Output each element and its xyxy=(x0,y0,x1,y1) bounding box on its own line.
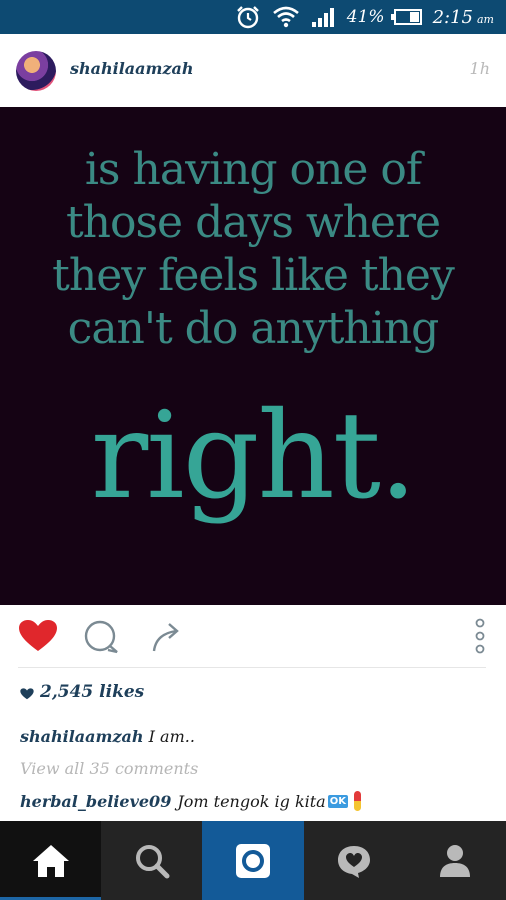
comment-item: herbal_believe09 Jom tengok ig kita OK xyxy=(20,791,361,811)
image-quote: is having one of those days where they f… xyxy=(0,143,506,355)
comment-button[interactable] xyxy=(82,619,120,659)
clock-ampm: am xyxy=(477,12,494,26)
more-icon xyxy=(475,618,485,654)
caption: shahilaamzah I am.. xyxy=(20,727,195,746)
nav-home-tab[interactable] xyxy=(0,821,102,900)
comment-text: Jom tengok ig kita xyxy=(177,791,326,811)
likes-label: 2,545 likes xyxy=(40,682,145,702)
bottom-nav xyxy=(0,821,506,900)
nav-profile-tab[interactable] xyxy=(405,821,506,900)
quote-line: they feels like they xyxy=(52,250,455,301)
share-button[interactable] xyxy=(148,619,184,659)
post-actions xyxy=(0,605,506,667)
small-heart-icon xyxy=(20,687,34,699)
alarm-icon xyxy=(235,4,261,30)
search-icon xyxy=(135,844,170,878)
quote-emphasis: right. xyxy=(90,387,417,526)
activity-icon xyxy=(338,845,371,878)
profile-icon xyxy=(440,844,471,877)
quote-line: can't do anything xyxy=(67,303,440,354)
wifi-icon xyxy=(271,4,301,30)
divider xyxy=(18,667,486,668)
post-header: shahilaamzah 1h xyxy=(0,34,506,107)
share-icon xyxy=(152,623,179,652)
home-icon xyxy=(32,844,69,877)
like-button[interactable] xyxy=(18,619,58,657)
clock-time: 2:15 xyxy=(432,6,473,28)
post-time: 1h xyxy=(469,59,490,78)
ok-emoji-icon: OK xyxy=(327,794,348,808)
nav-activity-tab[interactable] xyxy=(304,821,405,900)
caption-username[interactable]: shahilaamzah xyxy=(20,727,144,746)
battery-icon xyxy=(390,8,423,26)
avatar[interactable] xyxy=(16,51,56,91)
comment-icon xyxy=(84,620,118,654)
pill-emoji-icon xyxy=(353,791,361,811)
signal-icon xyxy=(311,6,337,28)
camera-icon xyxy=(236,843,270,878)
quote-line: is having one of xyxy=(84,144,422,195)
heart-icon xyxy=(19,620,57,651)
battery-percent: 41% xyxy=(346,7,385,27)
comment-username[interactable]: herbal_believe09 xyxy=(20,792,171,811)
view-all-comments-link[interactable]: View all 35 comments xyxy=(20,759,198,778)
status-bar: 41% 2:15 am xyxy=(0,0,506,34)
nav-search-tab[interactable] xyxy=(101,821,202,900)
nav-camera-tab[interactable] xyxy=(202,821,304,900)
more-options-button[interactable] xyxy=(470,617,490,661)
post-image[interactable]: is having one of those days where they f… xyxy=(0,107,506,605)
caption-text: I am.. xyxy=(148,727,195,746)
quote-line: those days where xyxy=(65,197,441,248)
post-username[interactable]: shahilaamzah xyxy=(70,59,194,78)
likes-count[interactable]: 2,545 likes xyxy=(20,682,144,702)
